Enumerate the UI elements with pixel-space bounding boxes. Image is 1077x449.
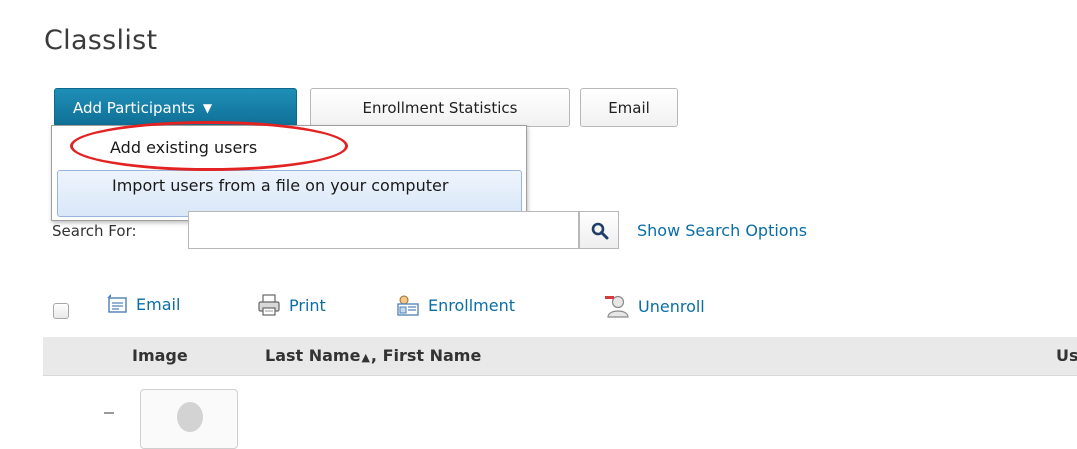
enrollment-statistics-button[interactable]: Enrollment Statistics bbox=[310, 88, 570, 127]
email-action-label: Email bbox=[136, 294, 181, 314]
add-participants-label: Add Participants bbox=[73, 98, 195, 117]
show-search-options-link[interactable]: Show Search Options bbox=[637, 221, 807, 240]
printer-icon bbox=[258, 294, 280, 316]
email-icon bbox=[107, 294, 127, 313]
enrollment-action-label: Enrollment bbox=[428, 295, 515, 315]
unenroll-action[interactable]: Unenroll bbox=[604, 294, 705, 318]
search-button[interactable] bbox=[579, 211, 619, 249]
print-action-label: Print bbox=[289, 295, 326, 315]
select-all-checkbox[interactable] bbox=[53, 303, 69, 319]
enrollment-action[interactable]: Enrollment bbox=[396, 294, 515, 316]
search-input[interactable] bbox=[188, 211, 579, 249]
email-button[interactable]: Email bbox=[580, 88, 678, 127]
caret-down-icon: ▼ bbox=[202, 100, 213, 115]
print-action[interactable]: Print bbox=[257, 294, 326, 316]
avatar bbox=[140, 389, 238, 449]
menu-item-add-existing-users[interactable]: Add existing users bbox=[110, 138, 257, 157]
avatar-placeholder-icon bbox=[177, 402, 203, 432]
column-header-first-name: , First Name bbox=[370, 346, 482, 365]
search-icon bbox=[591, 222, 609, 240]
enrollment-icon bbox=[397, 295, 419, 316]
search-label: Search For: bbox=[52, 222, 137, 240]
column-header-truncated: Us bbox=[1056, 346, 1077, 365]
column-header-name[interactable]: Last Name▲, First Name bbox=[265, 346, 481, 365]
table-header: Image Last Name▲, First Name Us bbox=[43, 337, 1077, 375]
sort-ascending-icon: ▲ bbox=[361, 351, 370, 364]
row-dash bbox=[104, 412, 114, 414]
row-divider bbox=[43, 375, 1077, 376]
email-action[interactable]: Email bbox=[106, 294, 180, 314]
unenroll-user-icon bbox=[605, 295, 629, 318]
page-title: Classlist bbox=[44, 25, 158, 56]
add-participants-button[interactable]: Add Participants ▼ bbox=[54, 88, 297, 127]
column-header-last-name: Last Name bbox=[265, 346, 361, 365]
column-header-image: Image bbox=[132, 346, 188, 365]
add-participants-menu: Add existing users Import users from a f… bbox=[51, 125, 527, 221]
menu-item-import-users[interactable]: Import users from a file on your compute… bbox=[57, 170, 522, 217]
unenroll-action-label: Unenroll bbox=[638, 296, 705, 316]
